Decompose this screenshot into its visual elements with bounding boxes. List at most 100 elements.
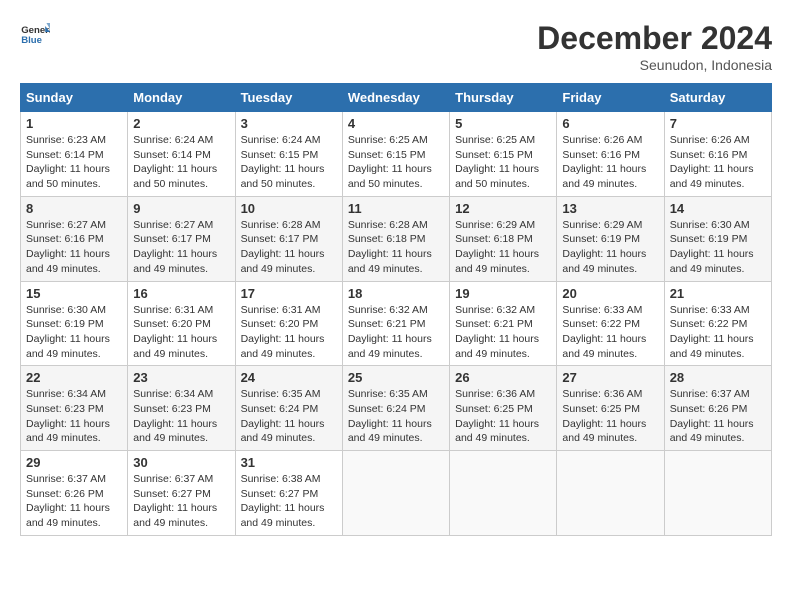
day-detail: Sunrise: 6:28 AM Sunset: 6:17 PM Dayligh… <box>241 218 337 277</box>
calendar-day-cell: 5 Sunrise: 6:25 AM Sunset: 6:15 PM Dayli… <box>450 112 557 197</box>
day-detail: Sunrise: 6:35 AM Sunset: 6:24 PM Dayligh… <box>241 387 337 446</box>
calendar-day-cell: 10 Sunrise: 6:28 AM Sunset: 6:17 PM Dayl… <box>235 196 342 281</box>
calendar-day-cell: 28 Sunrise: 6:37 AM Sunset: 6:26 PM Dayl… <box>664 366 771 451</box>
calendar-week-row: 22 Sunrise: 6:34 AM Sunset: 6:23 PM Dayl… <box>21 366 772 451</box>
calendar-day-cell: 24 Sunrise: 6:35 AM Sunset: 6:24 PM Dayl… <box>235 366 342 451</box>
day-number: 18 <box>348 286 444 301</box>
calendar-day-cell: 6 Sunrise: 6:26 AM Sunset: 6:16 PM Dayli… <box>557 112 664 197</box>
day-number: 25 <box>348 370 444 385</box>
day-detail: Sunrise: 6:24 AM Sunset: 6:14 PM Dayligh… <box>133 133 229 192</box>
day-detail: Sunrise: 6:32 AM Sunset: 6:21 PM Dayligh… <box>455 303 551 362</box>
day-number: 11 <box>348 201 444 216</box>
day-number: 10 <box>241 201 337 216</box>
day-number: 4 <box>348 116 444 131</box>
day-detail: Sunrise: 6:37 AM Sunset: 6:26 PM Dayligh… <box>26 472 122 531</box>
day-detail: Sunrise: 6:31 AM Sunset: 6:20 PM Dayligh… <box>241 303 337 362</box>
col-tuesday: Tuesday <box>235 84 342 112</box>
day-detail: Sunrise: 6:27 AM Sunset: 6:17 PM Dayligh… <box>133 218 229 277</box>
col-thursday: Thursday <box>450 84 557 112</box>
day-number: 26 <box>455 370 551 385</box>
day-detail: Sunrise: 6:24 AM Sunset: 6:15 PM Dayligh… <box>241 133 337 192</box>
day-number: 27 <box>562 370 658 385</box>
logo-icon: General Blue <box>20 20 50 50</box>
day-number: 12 <box>455 201 551 216</box>
day-number: 13 <box>562 201 658 216</box>
day-number: 15 <box>26 286 122 301</box>
day-number: 8 <box>26 201 122 216</box>
day-detail: Sunrise: 6:34 AM Sunset: 6:23 PM Dayligh… <box>26 387 122 446</box>
calendar-week-row: 29 Sunrise: 6:37 AM Sunset: 6:26 PM Dayl… <box>21 451 772 536</box>
location: Seunudon, Indonesia <box>537 57 772 73</box>
calendar-body: 1 Sunrise: 6:23 AM Sunset: 6:14 PM Dayli… <box>21 112 772 536</box>
calendar-day-cell <box>342 451 449 536</box>
day-detail: Sunrise: 6:26 AM Sunset: 6:16 PM Dayligh… <box>562 133 658 192</box>
calendar-day-cell: 20 Sunrise: 6:33 AM Sunset: 6:22 PM Dayl… <box>557 281 664 366</box>
calendar-day-cell: 22 Sunrise: 6:34 AM Sunset: 6:23 PM Dayl… <box>21 366 128 451</box>
calendar-day-cell: 25 Sunrise: 6:35 AM Sunset: 6:24 PM Dayl… <box>342 366 449 451</box>
day-detail: Sunrise: 6:29 AM Sunset: 6:18 PM Dayligh… <box>455 218 551 277</box>
calendar-day-cell: 13 Sunrise: 6:29 AM Sunset: 6:19 PM Dayl… <box>557 196 664 281</box>
calendar-day-cell: 2 Sunrise: 6:24 AM Sunset: 6:14 PM Dayli… <box>128 112 235 197</box>
calendar-day-cell: 8 Sunrise: 6:27 AM Sunset: 6:16 PM Dayli… <box>21 196 128 281</box>
day-number: 30 <box>133 455 229 470</box>
calendar-day-cell: 15 Sunrise: 6:30 AM Sunset: 6:19 PM Dayl… <box>21 281 128 366</box>
day-number: 17 <box>241 286 337 301</box>
day-number: 29 <box>26 455 122 470</box>
day-detail: Sunrise: 6:32 AM Sunset: 6:21 PM Dayligh… <box>348 303 444 362</box>
day-detail: Sunrise: 6:33 AM Sunset: 6:22 PM Dayligh… <box>670 303 766 362</box>
day-number: 23 <box>133 370 229 385</box>
day-number: 24 <box>241 370 337 385</box>
calendar-day-cell: 17 Sunrise: 6:31 AM Sunset: 6:20 PM Dayl… <box>235 281 342 366</box>
day-number: 6 <box>562 116 658 131</box>
day-number: 28 <box>670 370 766 385</box>
calendar-day-cell: 21 Sunrise: 6:33 AM Sunset: 6:22 PM Dayl… <box>664 281 771 366</box>
col-saturday: Saturday <box>664 84 771 112</box>
calendar-day-cell: 31 Sunrise: 6:38 AM Sunset: 6:27 PM Dayl… <box>235 451 342 536</box>
calendar-day-cell: 29 Sunrise: 6:37 AM Sunset: 6:26 PM Dayl… <box>21 451 128 536</box>
svg-text:Blue: Blue <box>21 35 42 46</box>
day-number: 22 <box>26 370 122 385</box>
day-detail: Sunrise: 6:36 AM Sunset: 6:25 PM Dayligh… <box>562 387 658 446</box>
day-detail: Sunrise: 6:27 AM Sunset: 6:16 PM Dayligh… <box>26 218 122 277</box>
day-detail: Sunrise: 6:35 AM Sunset: 6:24 PM Dayligh… <box>348 387 444 446</box>
day-detail: Sunrise: 6:37 AM Sunset: 6:26 PM Dayligh… <box>670 387 766 446</box>
month-year: December 2024 <box>537 20 772 57</box>
day-number: 5 <box>455 116 551 131</box>
day-detail: Sunrise: 6:31 AM Sunset: 6:20 PM Dayligh… <box>133 303 229 362</box>
day-detail: Sunrise: 6:28 AM Sunset: 6:18 PM Dayligh… <box>348 218 444 277</box>
day-number: 16 <box>133 286 229 301</box>
calendar-week-row: 1 Sunrise: 6:23 AM Sunset: 6:14 PM Dayli… <box>21 112 772 197</box>
calendar-day-cell: 23 Sunrise: 6:34 AM Sunset: 6:23 PM Dayl… <box>128 366 235 451</box>
calendar-header-row: Sunday Monday Tuesday Wednesday Thursday… <box>21 84 772 112</box>
calendar-week-row: 8 Sunrise: 6:27 AM Sunset: 6:16 PM Dayli… <box>21 196 772 281</box>
calendar-day-cell: 19 Sunrise: 6:32 AM Sunset: 6:21 PM Dayl… <box>450 281 557 366</box>
day-detail: Sunrise: 6:25 AM Sunset: 6:15 PM Dayligh… <box>348 133 444 192</box>
day-number: 31 <box>241 455 337 470</box>
calendar-day-cell: 30 Sunrise: 6:37 AM Sunset: 6:27 PM Dayl… <box>128 451 235 536</box>
day-number: 2 <box>133 116 229 131</box>
day-number: 7 <box>670 116 766 131</box>
day-number: 14 <box>670 201 766 216</box>
calendar-day-cell: 11 Sunrise: 6:28 AM Sunset: 6:18 PM Dayl… <box>342 196 449 281</box>
day-detail: Sunrise: 6:36 AM Sunset: 6:25 PM Dayligh… <box>455 387 551 446</box>
calendar-day-cell: 7 Sunrise: 6:26 AM Sunset: 6:16 PM Dayli… <box>664 112 771 197</box>
page-header: General Blue December 2024 Seunudon, Ind… <box>20 20 772 73</box>
calendar-day-cell: 16 Sunrise: 6:31 AM Sunset: 6:20 PM Dayl… <box>128 281 235 366</box>
day-detail: Sunrise: 6:33 AM Sunset: 6:22 PM Dayligh… <box>562 303 658 362</box>
calendar-day-cell: 18 Sunrise: 6:32 AM Sunset: 6:21 PM Dayl… <box>342 281 449 366</box>
col-friday: Friday <box>557 84 664 112</box>
day-number: 1 <box>26 116 122 131</box>
day-number: 9 <box>133 201 229 216</box>
col-monday: Monday <box>128 84 235 112</box>
day-detail: Sunrise: 6:38 AM Sunset: 6:27 PM Dayligh… <box>241 472 337 531</box>
logo: General Blue <box>20 20 50 50</box>
day-number: 20 <box>562 286 658 301</box>
calendar-day-cell: 27 Sunrise: 6:36 AM Sunset: 6:25 PM Dayl… <box>557 366 664 451</box>
day-number: 3 <box>241 116 337 131</box>
calendar-day-cell: 14 Sunrise: 6:30 AM Sunset: 6:19 PM Dayl… <box>664 196 771 281</box>
calendar-day-cell: 1 Sunrise: 6:23 AM Sunset: 6:14 PM Dayli… <box>21 112 128 197</box>
day-detail: Sunrise: 6:30 AM Sunset: 6:19 PM Dayligh… <box>26 303 122 362</box>
calendar-day-cell: 12 Sunrise: 6:29 AM Sunset: 6:18 PM Dayl… <box>450 196 557 281</box>
day-detail: Sunrise: 6:34 AM Sunset: 6:23 PM Dayligh… <box>133 387 229 446</box>
calendar-day-cell: 4 Sunrise: 6:25 AM Sunset: 6:15 PM Dayli… <box>342 112 449 197</box>
